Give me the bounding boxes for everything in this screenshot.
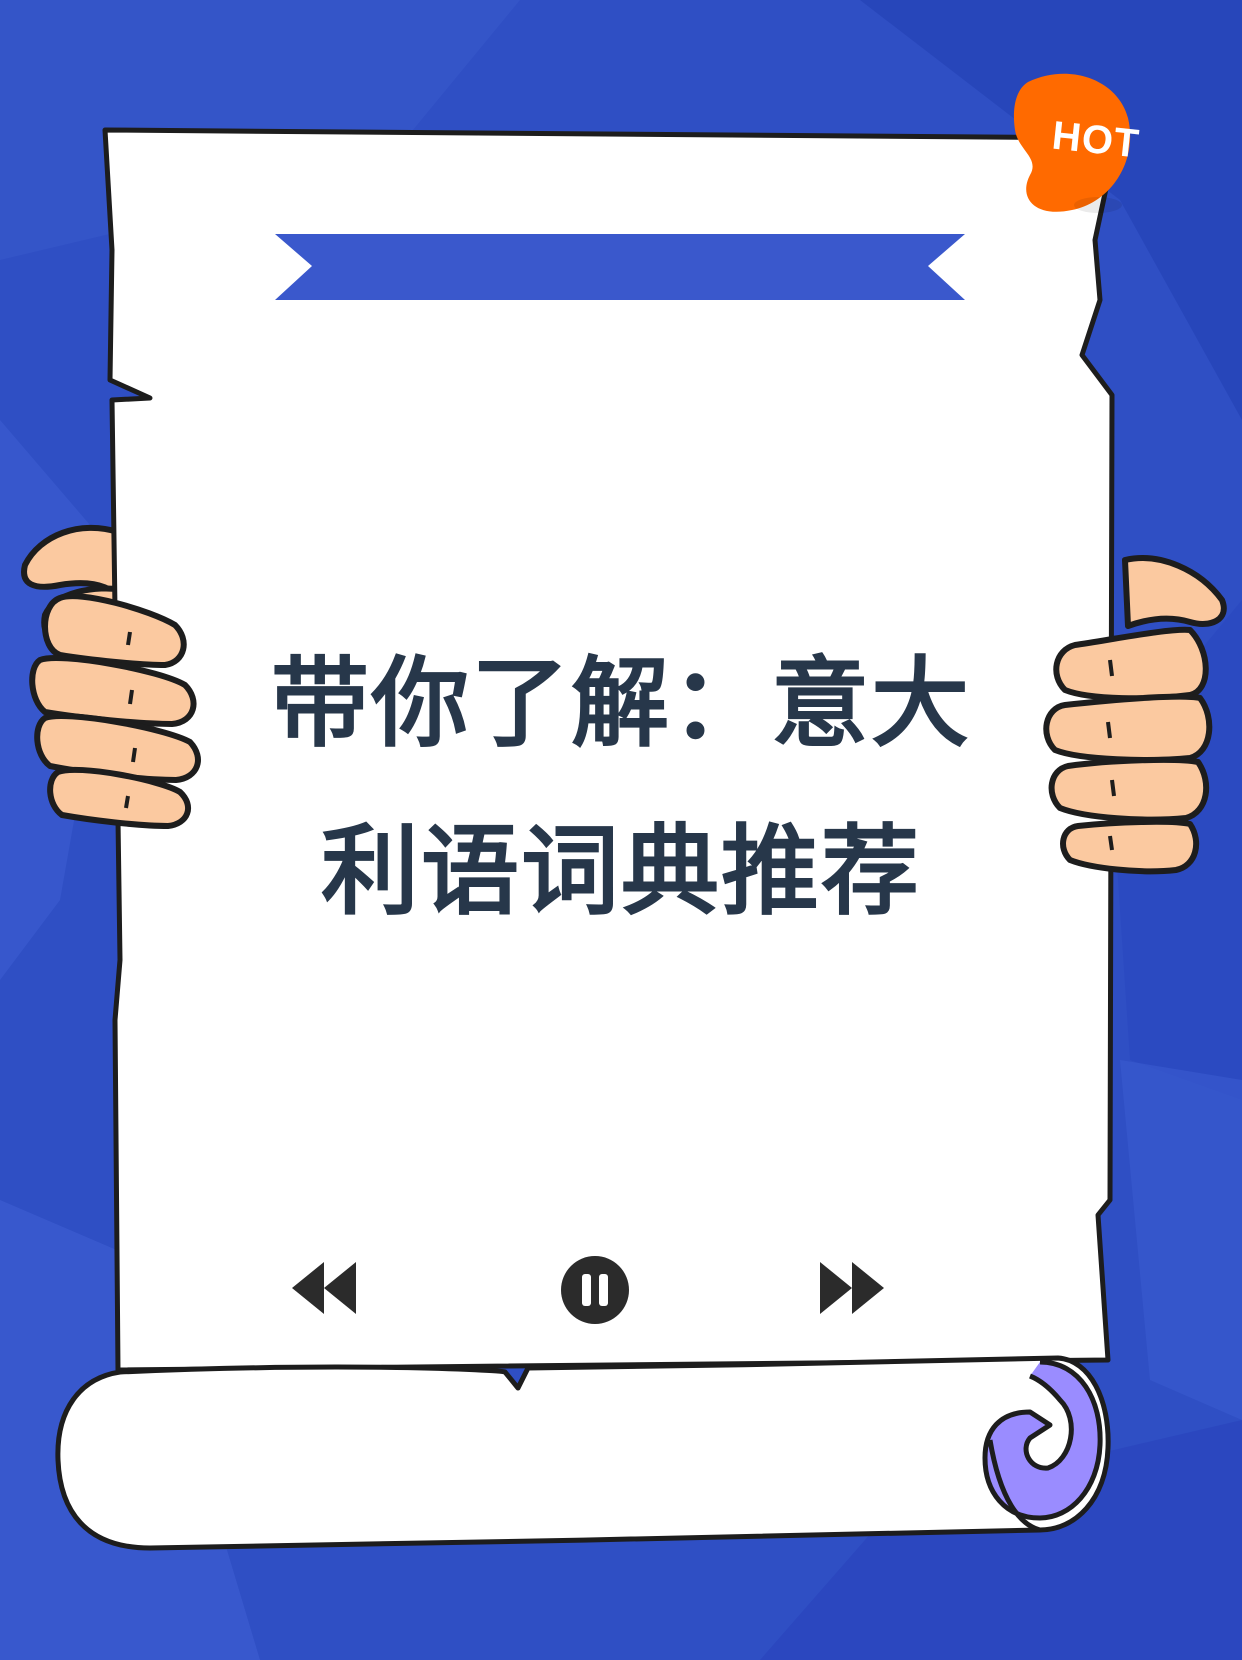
page-title: 带你了解：意大 利语词典推荐 [200, 620, 1042, 956]
ribbon-banner [275, 234, 965, 300]
hot-badge-label: HOT [1049, 113, 1142, 167]
left-hand-fingers [29, 593, 201, 829]
hot-badge-shadow [1074, 197, 1122, 213]
title-line-1: 带你了解：意大 [270, 647, 971, 761]
rewind-icon[interactable] [290, 1260, 360, 1320]
title-line-2: 利语词典推荐 [320, 815, 921, 929]
pause-icon[interactable] [560, 1255, 630, 1325]
fast-forward-icon[interactable] [818, 1260, 888, 1320]
scroll-roll [55, 1355, 1111, 1551]
